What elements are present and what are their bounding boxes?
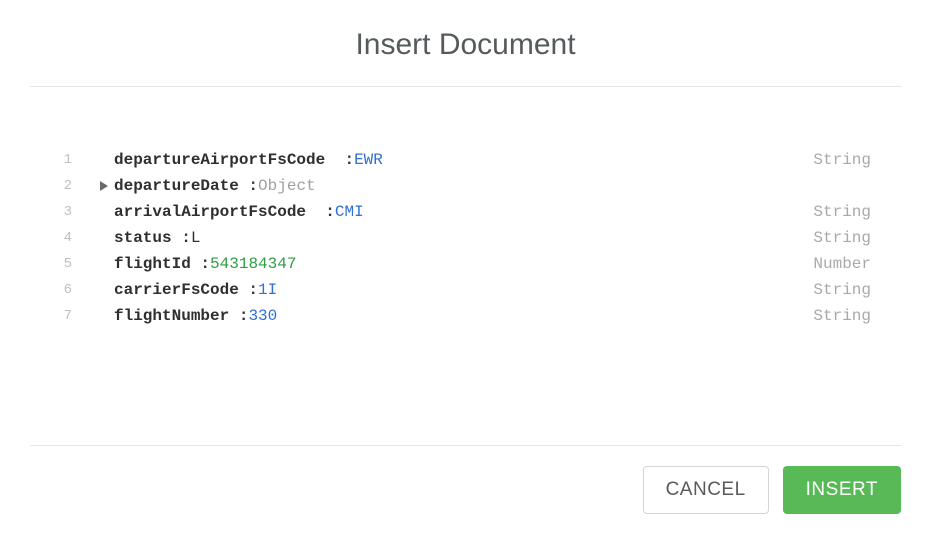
field-value[interactable]: CMI <box>335 199 364 225</box>
dialog-footer: CANCEL INSERT <box>0 446 931 544</box>
field-row[interactable]: 4 status :L String <box>50 225 871 251</box>
field-colon: : <box>239 303 249 329</box>
field-colon: : <box>181 225 191 251</box>
field-value[interactable]: 330 <box>248 303 277 329</box>
line-number: 5 <box>50 251 72 277</box>
line-number: 1 <box>50 147 72 173</box>
line-number: 2 <box>50 173 72 199</box>
field-type[interactable]: Number <box>813 251 871 277</box>
insert-document-dialog: Insert Document 1 departureAirportFsCode … <box>0 0 931 544</box>
field-colon: : <box>248 277 258 303</box>
field-key[interactable]: arrivalAirportFsCode <box>114 199 316 225</box>
field-type[interactable]: String <box>813 199 871 225</box>
field-row[interactable]: 7 flightNumber :330 String <box>50 303 871 329</box>
expand-caret-icon[interactable] <box>100 181 114 191</box>
field-value[interactable]: 1I <box>258 277 277 303</box>
field-gap <box>335 147 345 173</box>
field-row[interactable]: 3 arrivalAirportFsCode :CMI String <box>50 199 871 225</box>
document-editor[interactable]: 1departureAirportFsCode :EWRString2depar… <box>0 87 931 445</box>
field-row[interactable]: 2 departureDate :Object <box>50 173 871 199</box>
field-gap <box>316 199 326 225</box>
line-number: 3 <box>50 199 72 225</box>
field-row[interactable]: 1 departureAirportFsCode :EWR String <box>50 147 871 173</box>
field-type[interactable]: String <box>813 147 871 173</box>
field-key[interactable]: flightNumber <box>114 303 239 329</box>
line-number: 6 <box>50 277 72 303</box>
field-value[interactable]: Object <box>258 173 316 199</box>
dialog-title: Insert Document <box>0 0 931 86</box>
field-key[interactable]: status <box>114 225 181 251</box>
field-value[interactable]: EWR <box>354 147 383 173</box>
line-number: 7 <box>50 303 72 329</box>
field-key[interactable]: departureAirportFsCode <box>114 147 335 173</box>
field-colon: : <box>248 173 258 199</box>
field-colon: : <box>344 147 354 173</box>
field-type[interactable]: String <box>813 277 871 303</box>
field-colon: : <box>325 199 335 225</box>
field-key[interactable]: flightId <box>114 251 200 277</box>
field-row[interactable]: 6 carrierFsCode :1I String <box>50 277 871 303</box>
field-key[interactable]: departureDate <box>114 173 248 199</box>
insert-button[interactable]: INSERT <box>783 466 901 514</box>
field-row[interactable]: 5 flightId :543184347 Number <box>50 251 871 277</box>
field-type[interactable]: String <box>813 225 871 251</box>
field-type[interactable]: String <box>813 303 871 329</box>
cancel-button[interactable]: CANCEL <box>643 466 769 514</box>
field-value[interactable]: L <box>191 225 201 251</box>
field-value[interactable]: 543184347 <box>210 251 296 277</box>
field-key[interactable]: carrierFsCode <box>114 277 248 303</box>
line-number: 4 <box>50 225 72 251</box>
field-colon: : <box>200 251 210 277</box>
